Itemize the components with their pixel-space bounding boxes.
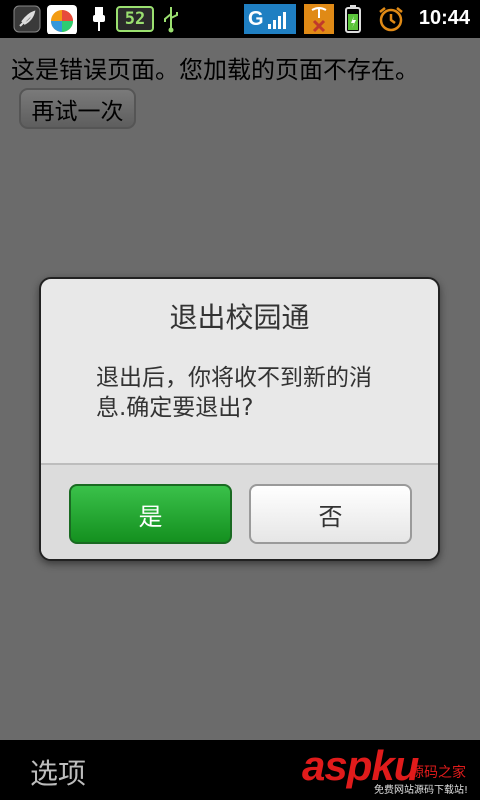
data-disabled-icon [304, 4, 334, 34]
notification-count: 52 [124, 9, 146, 29]
usb-connected-icon [164, 7, 178, 33]
watermark-subtext: 免费网站源码下载站! [373, 785, 468, 796]
notification-count-badge: 52 [116, 6, 154, 32]
dialog-message: 退出后，你将收不到新的消息.确定要退出? [96, 365, 372, 421]
watermark: aspku 源码之家 免费网站源码下载站! [302, 742, 472, 798]
usb-debug-icon [93, 7, 105, 31]
app-logo-icon [47, 5, 77, 34]
retry-button[interactable]: 再试一次 [19, 88, 136, 129]
dialog-title: 退出校园通 [169, 301, 310, 334]
alarm-clock-icon [379, 7, 403, 32]
status-time: 10:44 [418, 7, 470, 29]
options-menu-button[interactable]: 选项 [30, 752, 86, 792]
cancel-exit-button[interactable]: 否 [249, 484, 412, 544]
error-message: 这是错误页面。您加载的页面不存在。 [11, 56, 419, 84]
battery-charging-icon [345, 5, 361, 33]
status-bar: 52 G 10:44 [0, 0, 480, 38]
feather-notification-icon [13, 5, 41, 33]
confirm-exit-button[interactable]: 是 [69, 484, 232, 544]
watermark-site-text: 源码之家 [410, 765, 466, 781]
network-type-label: G [248, 7, 264, 30]
exit-dialog: 退出校园通 退出后，你将收不到新的消息.确定要退出? 是 否 [39, 277, 440, 561]
signal-strength-icon: G [244, 4, 296, 34]
bottom-bar: 选项 aspku 源码之家 免费网站源码下载站! [0, 740, 480, 800]
